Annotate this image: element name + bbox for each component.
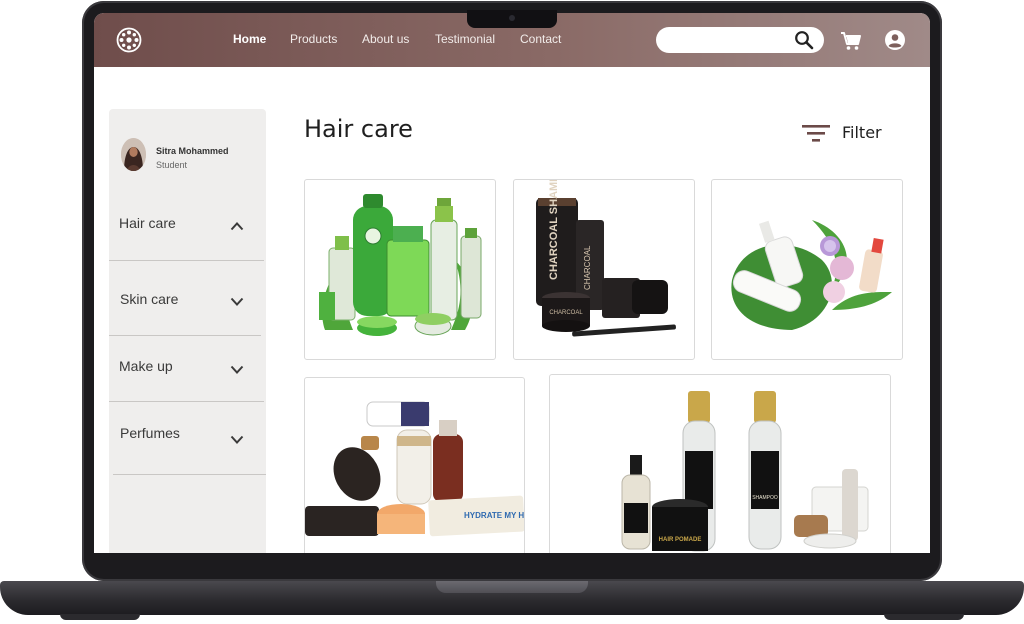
filter-label: Filter bbox=[842, 123, 882, 142]
divider bbox=[109, 260, 264, 261]
nav-testimonial[interactable]: Testimonial bbox=[435, 32, 495, 46]
camera-notch bbox=[467, 10, 557, 28]
divider bbox=[113, 474, 266, 475]
shampoo-label: SHAMPOO bbox=[752, 495, 778, 501]
charcoal-pot-label: CHARCOAL bbox=[549, 310, 583, 316]
laptop-foot bbox=[884, 614, 964, 620]
logo-icon[interactable] bbox=[116, 27, 142, 53]
cart-icon[interactable] bbox=[840, 30, 862, 52]
user-name: Sitra Mohammed bbox=[156, 146, 229, 156]
filter-button[interactable]: Filter bbox=[802, 121, 902, 147]
sidebar-item-perfumes[interactable]: Perfumes bbox=[109, 415, 266, 475]
sidebar-item-label: Hair care bbox=[119, 215, 176, 231]
charcoal-shampoo-label: CHARCOAL SHAMPOO bbox=[548, 180, 560, 280]
product-card-charcoal[interactable]: CHARCOAL SHAMPOO CHARCOAL CHARCOAL bbox=[513, 179, 695, 360]
black-shampoo-set-image: SHAMPOO HAIR POMADE bbox=[621, 391, 869, 552]
search-icon[interactable] bbox=[794, 30, 814, 50]
account-icon[interactable] bbox=[884, 29, 906, 51]
chevron-down-icon[interactable] bbox=[230, 365, 244, 375]
nav-products[interactable]: Products bbox=[290, 32, 337, 46]
sidebar-item-label: Skin care bbox=[120, 291, 179, 307]
nav-about-us[interactable]: About us bbox=[362, 32, 409, 46]
white-bottles-on-leaf-image bbox=[731, 220, 892, 330]
user-role: Student bbox=[156, 160, 188, 170]
divider bbox=[109, 401, 264, 402]
sidebar-item-label: Make up bbox=[119, 358, 173, 374]
hydrate-label: HYDRATE MY HAIR bbox=[464, 511, 524, 520]
page-title: Hair care bbox=[304, 115, 413, 143]
sidebar-item-skin-care[interactable]: Skin care bbox=[109, 279, 266, 339]
nav-contact[interactable]: Contact bbox=[520, 32, 561, 46]
sidebar-item-make-up[interactable]: Make up bbox=[109, 349, 266, 409]
base-groove bbox=[436, 581, 588, 593]
search-input[interactable] bbox=[666, 30, 790, 52]
product-card-assorted[interactable]: HYDRATE MY HAIR bbox=[304, 377, 525, 553]
avatar[interactable] bbox=[121, 138, 146, 171]
search-box[interactable] bbox=[656, 27, 824, 53]
sidebar: Sitra Mohammed Student Hair care Skin ca… bbox=[109, 109, 266, 553]
assorted-hair-products-image: HYDRATE MY HAIR bbox=[305, 401, 524, 537]
laptop-base bbox=[0, 581, 1024, 615]
chevron-down-icon[interactable] bbox=[230, 297, 244, 307]
nav-home[interactable]: Home bbox=[233, 32, 266, 46]
screen: Home Products About us Testimonial Conta… bbox=[94, 13, 930, 553]
aloe-vera-products-image bbox=[319, 194, 482, 336]
avatar-image bbox=[121, 138, 146, 171]
sidebar-item-hair-care[interactable]: Hair care bbox=[109, 201, 266, 261]
pomade-label: HAIR POMADE bbox=[659, 537, 702, 543]
divider bbox=[109, 335, 261, 336]
sidebar-item-label: Perfumes bbox=[120, 425, 180, 441]
charcoal-products-image: CHARCOAL SHAMPOO CHARCOAL CHARCOAL bbox=[536, 180, 676, 337]
laptop-foot bbox=[60, 614, 140, 620]
charcoal-face-wash-label: CHARCOAL bbox=[583, 245, 592, 290]
filter-icon bbox=[802, 125, 830, 142]
product-card-white-bottles[interactable] bbox=[711, 179, 903, 360]
chevron-down-icon[interactable] bbox=[230, 435, 244, 445]
product-card-shampoo-set[interactable]: SHAMPOO HAIR POMADE bbox=[549, 374, 891, 553]
camera-dot bbox=[509, 15, 515, 21]
chevron-up-icon[interactable] bbox=[230, 221, 244, 231]
product-card-aloe-vera[interactable] bbox=[304, 179, 496, 360]
